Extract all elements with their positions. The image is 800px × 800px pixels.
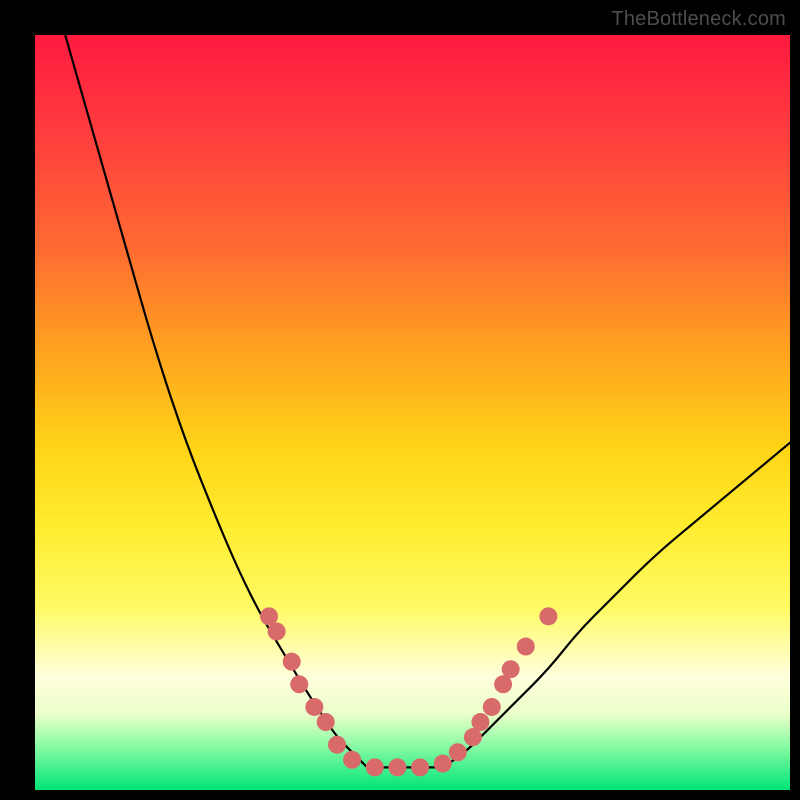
data-marker — [434, 755, 452, 773]
data-marker — [449, 743, 467, 761]
data-marker — [305, 698, 323, 716]
data-marker — [517, 638, 535, 656]
data-marker — [343, 751, 361, 769]
data-marker — [290, 675, 308, 693]
curves-svg — [35, 35, 790, 790]
data-marker — [502, 660, 520, 678]
data-marker — [388, 758, 406, 776]
data-marker — [317, 713, 335, 731]
data-marker — [328, 736, 346, 754]
data-marker — [471, 713, 489, 731]
plot-area — [35, 35, 790, 790]
data-marker — [539, 607, 557, 625]
data-marker — [283, 653, 301, 671]
chart-frame: TheBottleneck.com — [0, 0, 800, 800]
watermark-text: TheBottleneck.com — [611, 8, 786, 31]
left-curve — [65, 35, 367, 767]
data-marker — [411, 758, 429, 776]
right-curve — [443, 443, 790, 768]
data-marker — [483, 698, 501, 716]
data-marker — [268, 622, 286, 640]
data-marker — [366, 758, 384, 776]
